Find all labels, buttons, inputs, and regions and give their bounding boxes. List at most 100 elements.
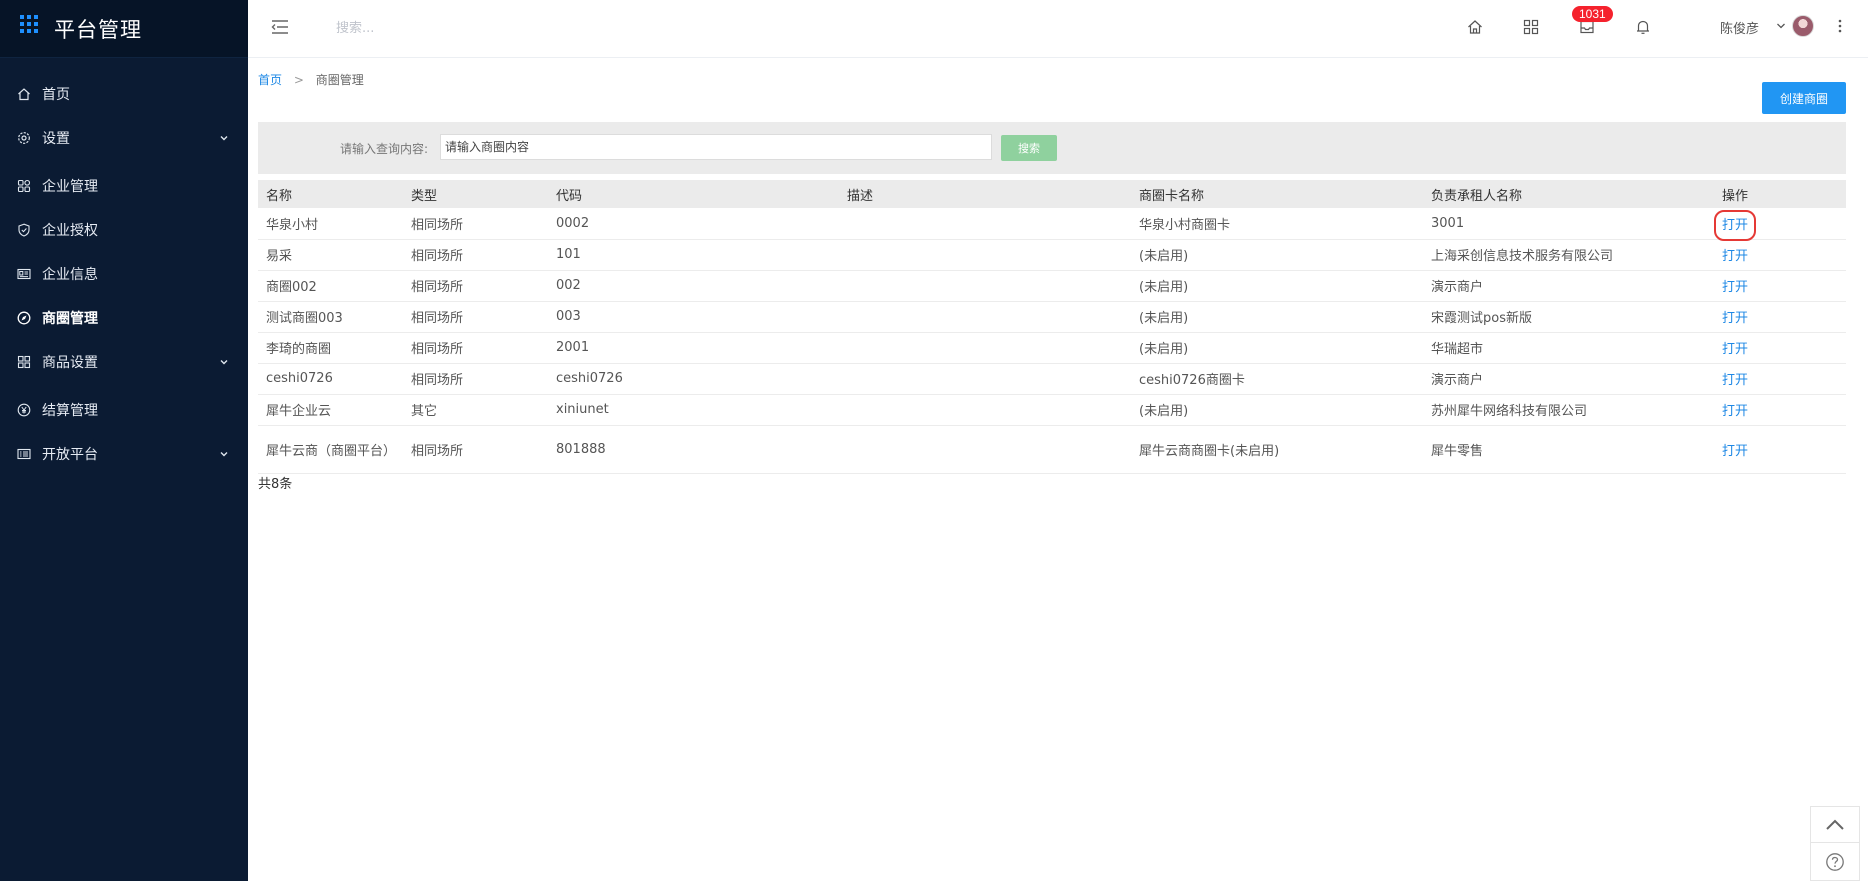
sidebar-item-enterprise-info[interactable]: 企业信息 bbox=[0, 252, 248, 296]
sidebar-item-label: 商品设置 bbox=[42, 355, 98, 371]
breadcrumb-current: 商圈管理 bbox=[315, 73, 364, 87]
main-content: 首页 > 商圈管理 创建商圈 请输入查询内容: 搜索 名称 类型 代码 描述 商… bbox=[248, 58, 1868, 881]
list-card-icon bbox=[16, 446, 32, 462]
table-row: 商圈002 相同场所 002 (未启用) 演示商户 打开 bbox=[258, 270, 1846, 302]
cell-name: 华泉小村 bbox=[258, 208, 403, 240]
cell-name: 商圈002 bbox=[258, 270, 403, 302]
breadcrumb: 首页 > 商圈管理 bbox=[258, 71, 364, 88]
cell-type: 相同场所 bbox=[403, 425, 548, 474]
home-icon[interactable] bbox=[1466, 18, 1484, 36]
grid-icon bbox=[16, 354, 32, 370]
sidebar-item-enterprise[interactable]: 企业管理 bbox=[0, 164, 248, 208]
cell-name: 犀牛云商（商圈平台） bbox=[258, 425, 403, 474]
apps-grid-icon[interactable] bbox=[1522, 18, 1540, 36]
table-row: 犀牛企业云 其它 xiniunet (未启用) 苏州犀牛网络科技有限公司 打开 bbox=[258, 394, 1846, 426]
table-header-row: 名称 类型 代码 描述 商圈卡名称 负责承租人名称 操作 bbox=[258, 180, 1846, 208]
cell-tenant-name: 苏州犀牛网络科技有限公司 bbox=[1423, 394, 1714, 426]
topbar: 1031 陈俊彦 bbox=[248, 0, 1868, 58]
sidebar-item-label: 首页 bbox=[42, 87, 70, 103]
cell-tenant-name: 上海采创信息技术服务有限公司 bbox=[1423, 239, 1714, 271]
search-button[interactable]: 搜索 bbox=[1001, 135, 1057, 161]
column-header-description: 描述 bbox=[847, 188, 874, 204]
sidebar-item-label: 企业授权 bbox=[42, 223, 98, 239]
sidebar-item-open-platform[interactable]: 开放平台 bbox=[0, 432, 248, 476]
help-button[interactable] bbox=[1811, 843, 1859, 881]
open-link[interactable]: 打开 bbox=[1722, 280, 1748, 295]
cell-tenant-name: 华瑞超市 bbox=[1423, 332, 1714, 364]
district-search-input[interactable] bbox=[440, 134, 992, 160]
open-link[interactable]: 打开 bbox=[1722, 249, 1748, 264]
apps-logo-icon bbox=[20, 14, 40, 35]
cell-name: 李琦的商圈 bbox=[258, 332, 403, 364]
chevron-up-icon bbox=[1826, 819, 1844, 830]
cell-code: 101 bbox=[548, 239, 839, 271]
cell-tenant-name: 犀牛零售 bbox=[1423, 425, 1714, 474]
cell-tenant-name: 演示商户 bbox=[1423, 363, 1714, 395]
create-district-button[interactable]: 创建商圈 bbox=[1762, 82, 1846, 114]
back-to-top-button[interactable] bbox=[1811, 807, 1859, 843]
cell-code: 002 bbox=[548, 270, 839, 302]
district-table: 名称 类型 代码 描述 商圈卡名称 负责承租人名称 操作 华泉小村 相同场所 0… bbox=[258, 180, 1846, 474]
yen-circle-icon bbox=[16, 402, 32, 418]
sidebar-item-business-district[interactable]: 商圈管理 bbox=[0, 296, 248, 340]
logo: 平台管理 bbox=[0, 0, 248, 58]
breadcrumb-home-link[interactable]: 首页 bbox=[258, 73, 282, 87]
filter-bar: 请输入查询内容: 搜索 bbox=[258, 122, 1846, 174]
filter-label: 请输入查询内容: bbox=[340, 142, 429, 156]
table-row: ceshi0726 相同场所 ceshi0726 ceshi0726商圈卡 演示… bbox=[258, 363, 1846, 395]
chevron-down-icon bbox=[220, 452, 228, 457]
help-icon bbox=[1826, 853, 1844, 871]
column-header-type: 类型 bbox=[411, 188, 438, 204]
cell-type: 其它 bbox=[403, 394, 548, 426]
floating-toolbar bbox=[1810, 806, 1860, 881]
sidebar-item-settings[interactable]: 设置 bbox=[0, 116, 248, 160]
sidebar-item-product-settings[interactable]: 商品设置 bbox=[0, 340, 248, 384]
cell-type: 相同场所 bbox=[403, 208, 548, 240]
cell-card-name: 华泉小村商圈卡 bbox=[1131, 208, 1423, 240]
cell-code: 003 bbox=[548, 301, 839, 333]
avatar[interactable] bbox=[1792, 15, 1814, 37]
cell-description bbox=[839, 425, 1131, 474]
cell-name: ceshi0726 bbox=[258, 363, 403, 395]
home-icon bbox=[16, 86, 32, 102]
sidebar-item-home[interactable]: 首页 bbox=[0, 72, 248, 116]
open-link[interactable]: 打开 bbox=[1713, 209, 1757, 241]
cell-name: 易采 bbox=[258, 239, 403, 271]
cell-name: 犀牛企业云 bbox=[258, 394, 403, 426]
sidebar-item-label: 企业信息 bbox=[42, 267, 98, 283]
open-link[interactable]: 打开 bbox=[1722, 373, 1748, 388]
cell-code: 801888 bbox=[548, 425, 839, 474]
open-link[interactable]: 打开 bbox=[1722, 342, 1748, 357]
column-header-card-name: 商圈卡名称 bbox=[1139, 188, 1205, 204]
gear-icon bbox=[16, 130, 32, 146]
cell-card-name: 犀牛云商商圈卡(未启用) bbox=[1131, 425, 1423, 474]
cell-description bbox=[839, 363, 1131, 395]
open-link[interactable]: 打开 bbox=[1722, 311, 1748, 326]
cell-card-name: (未启用) bbox=[1131, 301, 1423, 333]
more-vertical-icon[interactable] bbox=[1838, 16, 1842, 36]
global-search-input[interactable] bbox=[336, 16, 636, 40]
cell-type: 相同场所 bbox=[403, 239, 548, 271]
table-row: 易采 相同场所 101 (未启用) 上海采创信息技术服务有限公司 打开 bbox=[258, 239, 1846, 271]
cell-tenant-name: 宋霞测试pos新版 bbox=[1423, 301, 1714, 333]
chevron-down-icon[interactable] bbox=[1776, 22, 1786, 30]
user-name[interactable]: 陈俊彦 bbox=[1720, 18, 1759, 37]
cell-description bbox=[839, 239, 1131, 271]
chevron-down-icon bbox=[220, 136, 228, 141]
bell-icon[interactable] bbox=[1634, 18, 1652, 36]
id-card-icon bbox=[16, 266, 32, 282]
sidebar-item-label: 设置 bbox=[42, 131, 70, 147]
cell-description bbox=[839, 394, 1131, 426]
column-header-code: 代码 bbox=[556, 188, 583, 204]
sidebar-item-settlement[interactable]: 结算管理 bbox=[0, 388, 248, 432]
cell-type: 相同场所 bbox=[403, 270, 548, 302]
open-link[interactable]: 打开 bbox=[1722, 444, 1748, 459]
sidebar-item-authorization[interactable]: 企业授权 bbox=[0, 208, 248, 252]
cell-type: 相同场所 bbox=[403, 332, 548, 364]
menu-collapse-icon[interactable] bbox=[270, 18, 290, 36]
open-link[interactable]: 打开 bbox=[1722, 404, 1748, 419]
column-header-actions: 操作 bbox=[1722, 188, 1749, 204]
cell-card-name: (未启用) bbox=[1131, 394, 1423, 426]
sidebar: 平台管理 首页 设置 企业管理 企业授权 企业信息 商圈管理 商品设置 结算管理… bbox=[0, 0, 248, 881]
column-header-tenant-name: 负责承租人名称 bbox=[1431, 188, 1523, 204]
